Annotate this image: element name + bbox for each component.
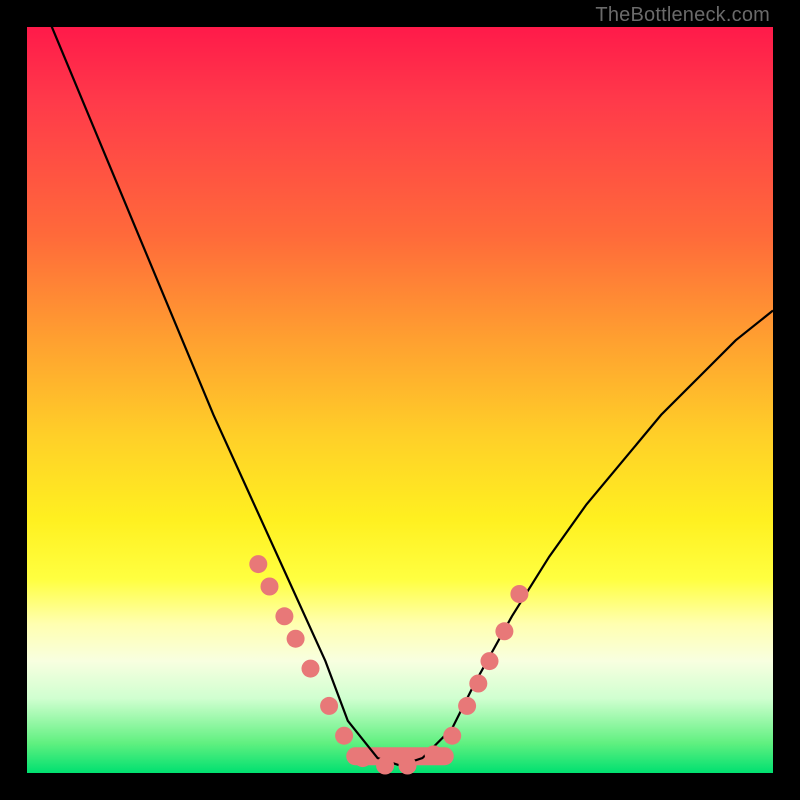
highlight-dot	[510, 585, 528, 603]
highlight-dot	[261, 578, 279, 596]
highlight-dot	[376, 757, 394, 775]
plot-area	[27, 27, 773, 773]
watermark-label: TheBottleneck.com	[595, 4, 770, 27]
highlight-dot	[458, 697, 476, 715]
highlight-dot	[335, 727, 353, 745]
highlight-dot	[443, 727, 461, 745]
bottleneck-curve	[27, 0, 773, 766]
curve-svg	[27, 27, 773, 773]
highlight-dot	[249, 555, 267, 573]
highlight-dot	[354, 749, 372, 767]
chart-container: TheBottleneck.com	[0, 0, 800, 800]
highlight-dot	[287, 630, 305, 648]
highlight-dot	[275, 607, 293, 625]
highlight-dot	[399, 757, 417, 775]
highlight-dot	[425, 745, 443, 763]
highlight-dot	[495, 622, 513, 640]
highlight-dot	[320, 697, 338, 715]
highlight-dot	[302, 660, 320, 678]
highlight-dot	[469, 675, 487, 693]
highlight-dot	[481, 652, 499, 670]
